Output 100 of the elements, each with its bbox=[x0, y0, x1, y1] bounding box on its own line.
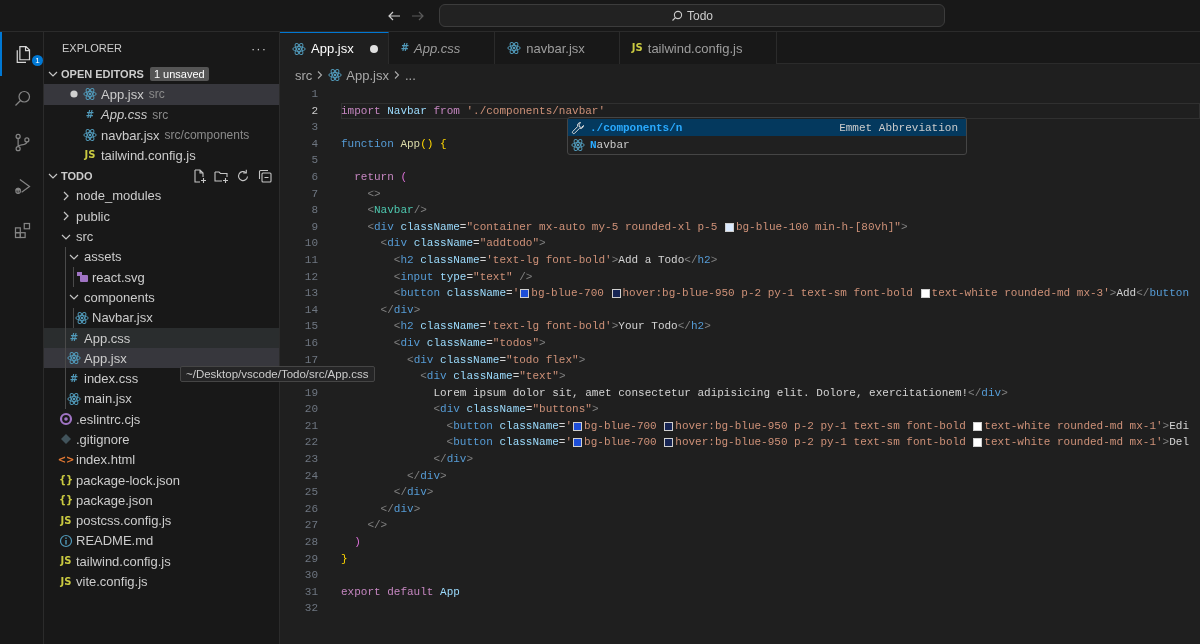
folder-item[interactable]: src bbox=[44, 226, 279, 247]
file-item[interactable]: <>index.html bbox=[44, 449, 279, 470]
editor-tab[interactable]: # App.css bbox=[388, 32, 496, 64]
code-text: hover:bg-blue-950 p-2 py-1 text-sm font-bold bbox=[622, 286, 914, 302]
code-text: <h2 className='text-lg font-bold'>Your Todo</h2> bbox=[392, 319, 711, 335]
js-icon: JS bbox=[631, 41, 643, 55]
folder-item[interactable]: assets bbox=[44, 246, 279, 267]
section-header[interactable]: TODO bbox=[45, 167, 191, 184]
line-number: 25 bbox=[304, 486, 318, 499]
breadcrumb-item[interactable]: src bbox=[295, 67, 313, 83]
new-file-icon[interactable] bbox=[191, 167, 207, 184]
file-item[interactable]: README.md bbox=[44, 530, 279, 552]
folder-item[interactable]: components bbox=[44, 287, 279, 308]
folder-item[interactable]: public bbox=[44, 206, 279, 227]
collapse-all-icon[interactable] bbox=[257, 167, 273, 184]
editor-tab[interactable]: JS tailwind.config.js bbox=[619, 32, 778, 64]
line-number: 9 bbox=[311, 220, 318, 233]
code-text: ) bbox=[353, 535, 361, 551]
line-number: 23 bbox=[304, 453, 318, 466]
open-editor-item[interactable]: JS tailwind.config.js bbox=[44, 145, 279, 166]
search-icon bbox=[671, 9, 683, 22]
line-number: 27 bbox=[304, 519, 318, 532]
file-item[interactable]: {} package.json bbox=[44, 490, 279, 511]
line-number: 30 bbox=[304, 569, 318, 582]
editor-tab[interactable]: navbar.jsx bbox=[495, 32, 620, 64]
line-number: 6 bbox=[311, 170, 318, 183]
command-center[interactable]: Todo bbox=[439, 4, 945, 27]
hash-icon: # bbox=[69, 331, 79, 345]
open-editor-item[interactable]: # App.css src bbox=[44, 104, 279, 125]
react-icon bbox=[67, 391, 81, 406]
line-number: 14 bbox=[304, 303, 318, 316]
react-icon bbox=[328, 68, 343, 82]
file-item[interactable]: .eslintrc.cjs bbox=[44, 409, 279, 430]
refresh-icon[interactable] bbox=[235, 167, 251, 184]
activity-bar-item[interactable]: 1 bbox=[0, 32, 43, 76]
file-item[interactable]: main.jsx bbox=[44, 388, 279, 410]
suggestion-item[interactable]: ./components/n Emmet Abbreviation bbox=[568, 119, 966, 136]
info-icon bbox=[59, 533, 73, 548]
file-item[interactable]: App.jsx bbox=[44, 348, 279, 369]
diamond-icon bbox=[59, 432, 73, 447]
react-icon bbox=[83, 87, 97, 102]
more-actions-button[interactable]: ··· bbox=[251, 40, 267, 56]
code-text: <div className="container mx-auto my-5 rounded-xl p-5 bbox=[366, 219, 719, 235]
code-text: </> bbox=[366, 518, 388, 534]
code-text: </div> bbox=[432, 452, 474, 468]
code-text: </div> bbox=[406, 468, 447, 484]
angle-brackets-icon: <> bbox=[57, 452, 75, 467]
hash-icon: # bbox=[69, 371, 79, 386]
suggestion-item[interactable]: Navbar bbox=[568, 136, 966, 153]
line-number: 17 bbox=[304, 353, 318, 366]
braces-icon: {} bbox=[58, 473, 74, 488]
code-text: </div> bbox=[392, 485, 434, 501]
tooltip: ~/Desktop/vscode/Todo/src/App.css bbox=[180, 366, 375, 382]
file-item[interactable]: # App.css bbox=[44, 327, 279, 349]
file-item[interactable]: {} package-lock.json bbox=[44, 469, 279, 491]
code-text: return ( bbox=[353, 169, 408, 185]
react-icon bbox=[571, 137, 585, 152]
code-text: <div className="buttons"> bbox=[432, 402, 599, 418]
react-icon bbox=[292, 41, 306, 56]
code-text: Lorem ipsum dolor sit, amet consectetur adipisicing elit. Dolore, exercitationem!</div> bbox=[432, 385, 1008, 401]
code-text: function App() { bbox=[341, 136, 447, 152]
file-item[interactable]: JS tailwind.config.js bbox=[44, 551, 279, 572]
code-text: bg-blue-100 min-h-[80vh]"> bbox=[735, 219, 908, 235]
code-text: bg-blue-700 bbox=[584, 418, 658, 434]
line-number: 5 bbox=[311, 154, 318, 167]
open-editor-item[interactable]: App.jsx src bbox=[44, 84, 279, 105]
line-number: 11 bbox=[304, 253, 318, 266]
image-file-icon bbox=[75, 270, 89, 285]
code-text: </div> bbox=[379, 501, 421, 517]
code-text: export default App bbox=[341, 584, 460, 600]
code-text: bg-blue-700 bbox=[584, 435, 658, 451]
line-number: 26 bbox=[304, 502, 318, 515]
code-text: text-white rounded-md mx-3'>Add</button bbox=[931, 286, 1190, 302]
file-item[interactable]: JS postcss.config.js bbox=[44, 510, 279, 531]
section-header[interactable]: OPEN EDITORS 1 unsaved bbox=[44, 64, 279, 85]
panel-title: EXPLORER bbox=[62, 42, 122, 54]
open-editor-item[interactable]: navbar.jsx src/components bbox=[44, 124, 279, 146]
react-icon bbox=[83, 128, 97, 143]
file-item[interactable]: .gitignore bbox=[44, 429, 279, 450]
code-text: } bbox=[341, 551, 348, 567]
line-number: 1 bbox=[311, 88, 318, 100]
folder-item[interactable]: node_modules bbox=[44, 185, 279, 207]
code-text: <> bbox=[366, 186, 381, 202]
react-icon bbox=[67, 351, 81, 366]
code-text: <div className="addtodo"> bbox=[379, 236, 546, 252]
file-item[interactable]: react.svg bbox=[44, 266, 279, 288]
unsaved-count: 1 unsaved bbox=[149, 67, 209, 82]
code-text: <button className=' bbox=[445, 418, 573, 434]
code-text: <div className="todos"> bbox=[392, 335, 546, 351]
code-text: hover:bg-blue-950 p-2 py-1 text-sm font-bold bbox=[675, 418, 967, 434]
breadcrumb-item[interactable]: ... bbox=[405, 67, 416, 83]
file-item[interactable]: Navbar.jsx bbox=[44, 307, 279, 328]
code-text: <input type="text" /> bbox=[392, 269, 533, 285]
js-icon: JS bbox=[84, 148, 96, 163]
file-item[interactable]: JS vite.config.js bbox=[44, 571, 279, 592]
line-number: 10 bbox=[304, 237, 318, 250]
editor-tab[interactable]: App.jsx bbox=[280, 32, 389, 64]
wrench-icon bbox=[571, 120, 585, 135]
breadcrumb-item[interactable]: App.jsx bbox=[328, 67, 389, 83]
react-icon bbox=[75, 310, 89, 325]
